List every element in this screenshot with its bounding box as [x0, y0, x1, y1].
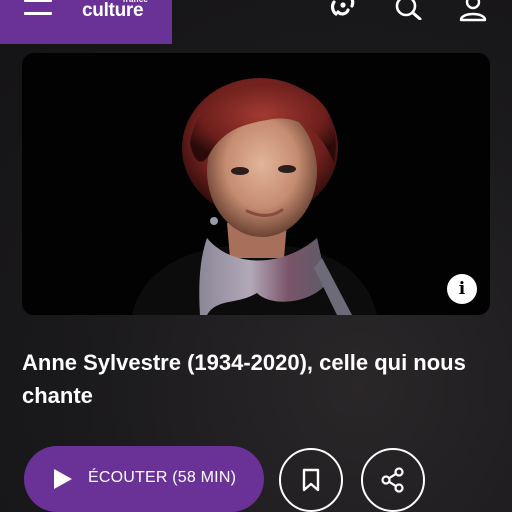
portrait-illustration — [22, 53, 490, 315]
logo-big-text: culture — [82, 0, 144, 21]
menu-icon[interactable] — [24, 0, 52, 18]
share-icon — [381, 467, 404, 493]
info-button[interactable]: i — [447, 274, 477, 304]
play-icon — [54, 469, 72, 489]
episode-title: Anne Sylvestre (1934-2020), celle qui no… — [22, 350, 466, 408]
live-radio-icon[interactable] — [330, 0, 356, 20]
user-icon[interactable] — [458, 0, 488, 22]
listen-button-label: ÉCOUTER (58 MIN) — [88, 469, 237, 486]
france-culture-logo[interactable]: france culture — [82, 0, 162, 26]
info-icon: i — [458, 279, 466, 299]
brand-header: france culture — [0, 0, 172, 44]
listen-button[interactable]: ÉCOUTER (58 MIN) — [24, 446, 264, 512]
search-icon[interactable] — [394, 0, 422, 20]
share-button[interactable] — [361, 448, 425, 512]
episode-cover-image — [22, 53, 490, 315]
bookmark-icon — [302, 468, 320, 492]
bookmark-button[interactable] — [279, 448, 343, 512]
